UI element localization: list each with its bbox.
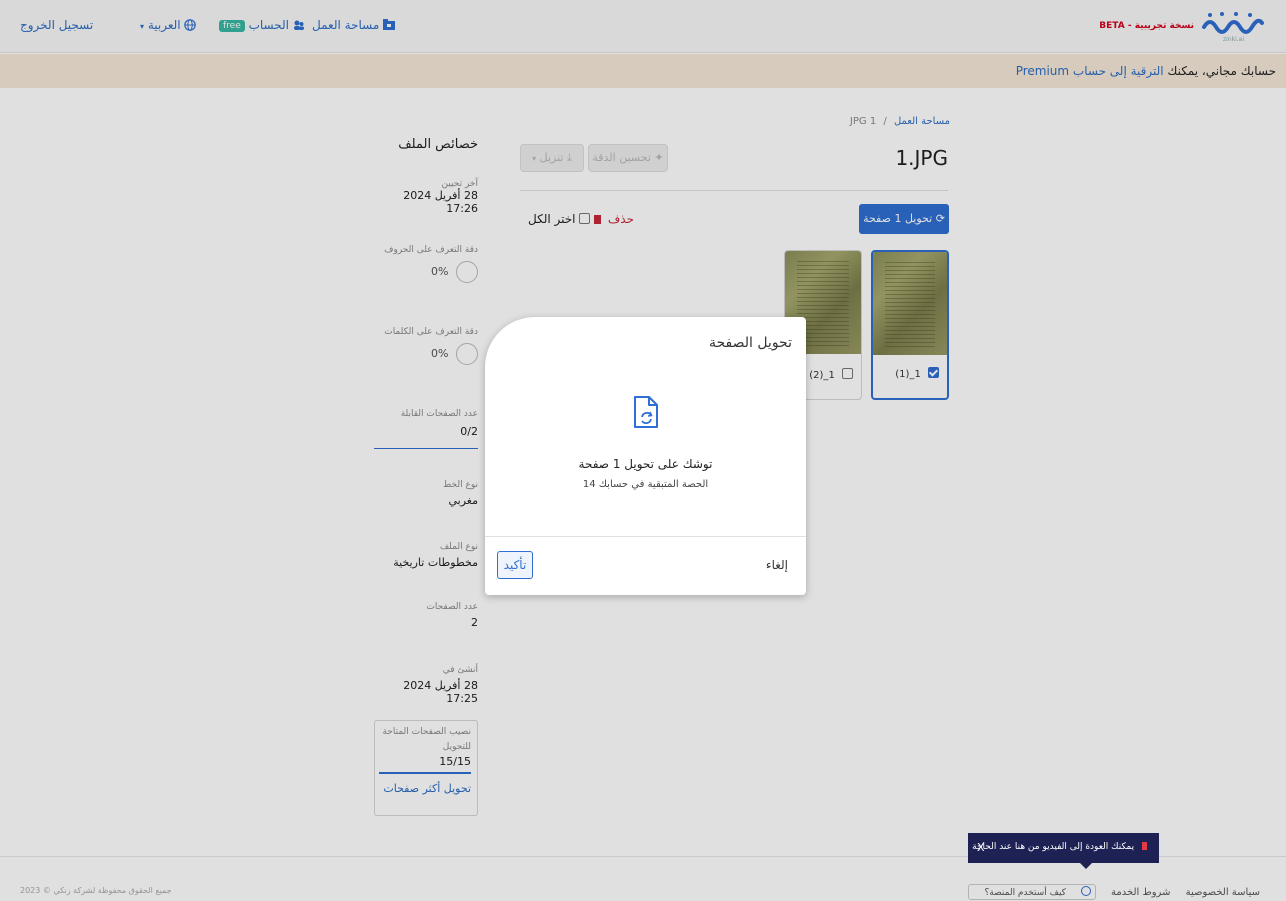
close-icon[interactable]: X: [977, 841, 985, 854]
cancel-button[interactable]: إلغاء: [766, 558, 788, 572]
toast-arrow: [1080, 863, 1092, 869]
dialog-message: توشك على تحويل 1 صفحة: [578, 457, 713, 471]
dialog-remaining-quota: الحصة المتبقية في حسابك 14: [582, 479, 709, 490]
convert-page-dialog: تحويل الصفحة توشك على تحويل 1 صفحة الحصة…: [485, 317, 806, 595]
video-toast-text: يمكنك العودة إلى الفيديو من هنا عند الحا…: [972, 842, 1147, 852]
video-toast: يمكنك العودة إلى الفيديو من هنا عند الحا…: [968, 833, 1159, 869]
dialog-divider: [485, 536, 806, 537]
file-convert-icon: [634, 396, 658, 428]
confirm-button[interactable]: تأكيد: [497, 551, 533, 579]
dialog-title: تحويل الصفحة: [708, 335, 792, 351]
video-toast-message: يمكنك العودة إلى الفيديو من هنا عند الحا…: [972, 842, 1135, 852]
video-icon: [1142, 842, 1147, 850]
